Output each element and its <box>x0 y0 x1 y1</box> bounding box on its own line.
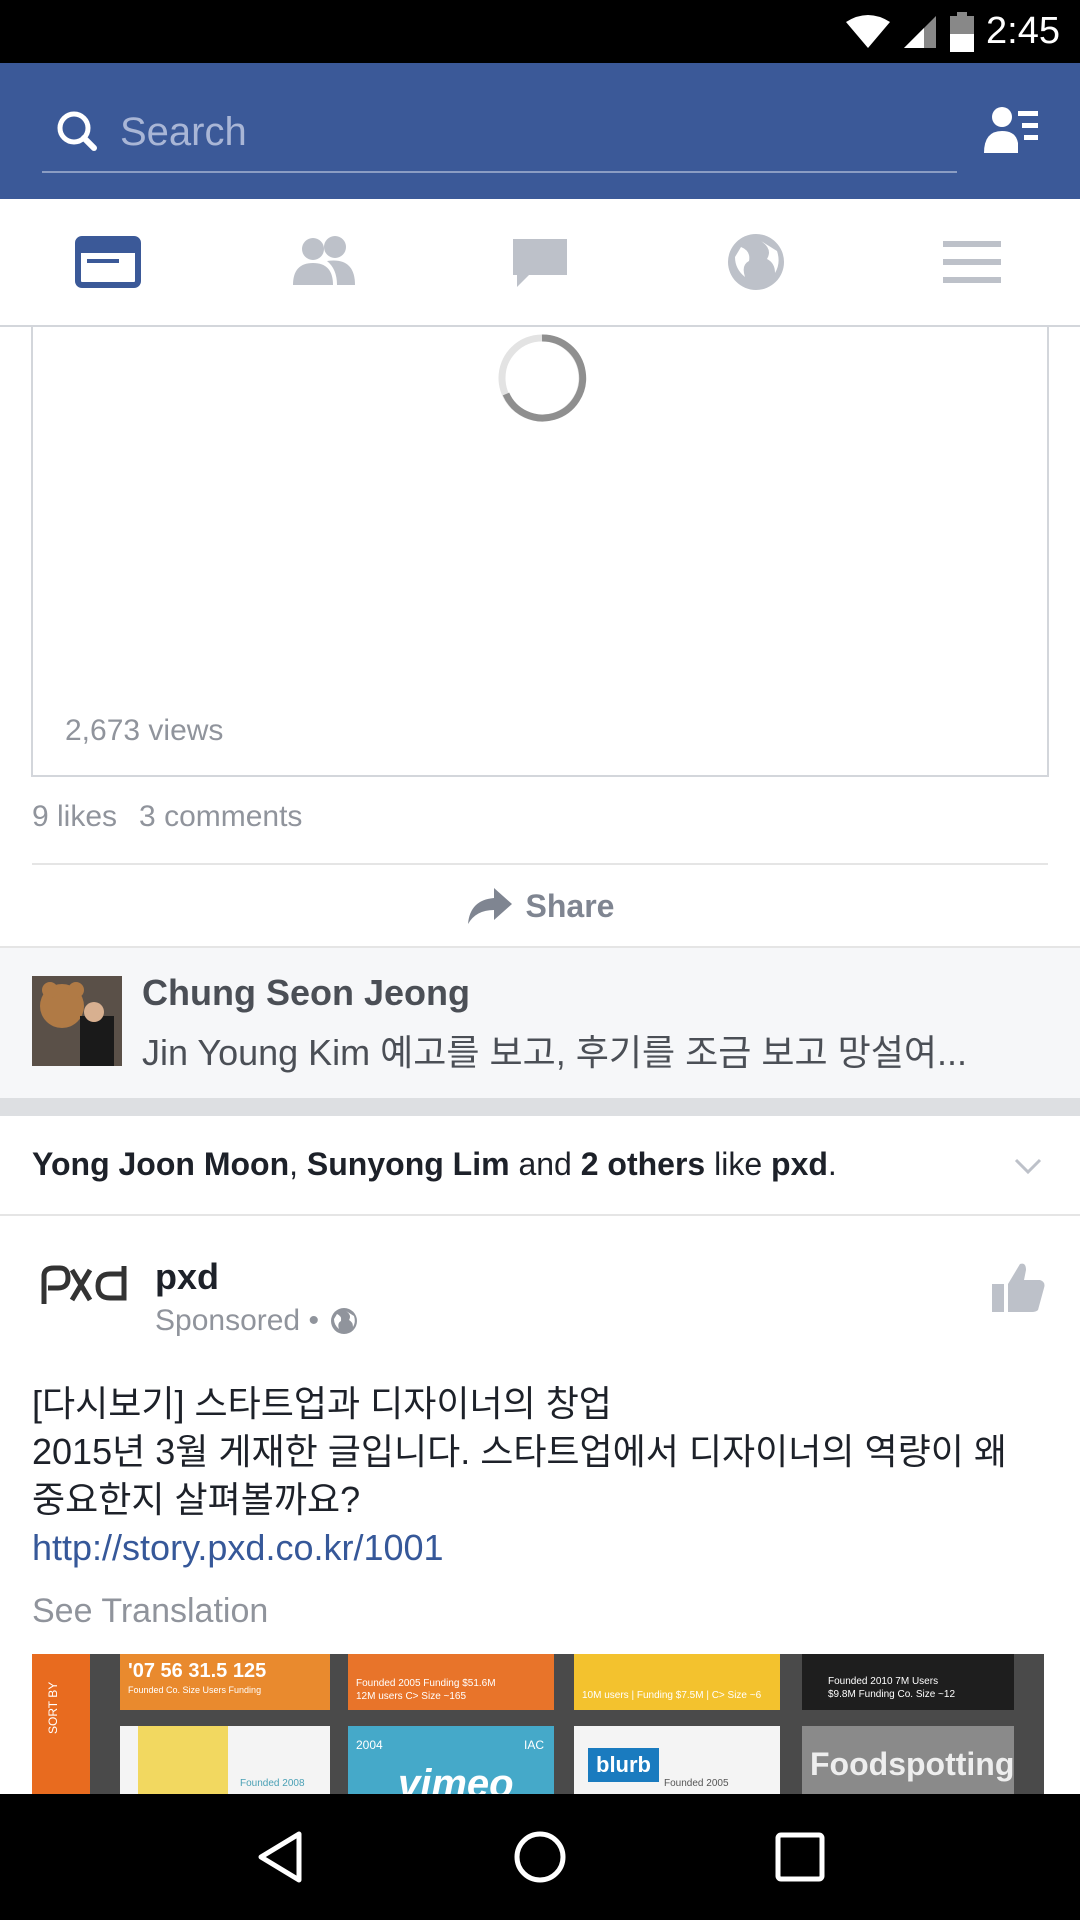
tab-bar <box>0 199 1080 327</box>
separator-text: , <box>289 1146 307 1182</box>
share-button[interactable]: Share <box>0 866 1080 946</box>
image-text: Founded 2005 <box>664 1778 729 1789</box>
wifi-icon <box>846 14 891 48</box>
image-tile-1: '07 56 31.5 125 Founded Co. Size Users F… <box>120 1654 330 1710</box>
image-tile-2: Founded 2005 Funding $51.6M 12M users C>… <box>348 1654 554 1710</box>
share-arrow-icon <box>467 888 512 924</box>
tab-news-feed[interactable] <box>0 199 216 325</box>
sponsored-label: Sponsored • <box>155 1304 319 1337</box>
image-text: 10M users | Funding $7.5M | C> Size ~6 <box>582 1690 762 1701</box>
image-text: '07 56 31.5 125 <box>128 1660 267 1682</box>
friends-list-icon[interactable] <box>984 103 1040 159</box>
globe-icon <box>330 1308 357 1334</box>
image-tile-orange: SORT BY <box>32 1654 90 1794</box>
image-block <box>138 1726 228 1794</box>
image-text: Founded Co. Size Users Funding <box>128 1685 262 1695</box>
post-link[interactable]: http://story.pxd.co.kr/1001 <box>32 1524 1052 1572</box>
recents-icon[interactable] <box>771 1828 829 1886</box>
image-tile-4: Founded 2010 7M Users $9.8M Funding Co. … <box>802 1654 1014 1710</box>
page-link[interactable]: pxd <box>771 1146 828 1182</box>
image-tile-foodspotting: Foodspotting <box>802 1726 1014 1794</box>
comments-count[interactable]: 3 comments <box>139 800 302 834</box>
likes-count[interactable]: 9 likes <box>32 800 117 834</box>
tab-more[interactable] <box>864 199 1080 325</box>
tab-notifications[interactable] <box>648 199 864 325</box>
post-text-line: 2015년 3월 게재한 글입니다. 스타트업에서 디자이너의 역량이 왜 <box>32 1431 1008 1472</box>
liker-name[interactable]: Yong Joon Moon <box>32 1146 289 1182</box>
avatar-image <box>32 976 122 1066</box>
news-feed-icon <box>75 236 141 288</box>
image-text: blurb <box>588 1748 659 1782</box>
image-text: $9.8M Funding Co. Size ~12 <box>828 1689 956 1700</box>
status-icons: 2:45 <box>846 0 1060 63</box>
comment-text: Jin Young Kim 예고를 보고, 후기를 조금 보고 망설여... <box>142 1032 967 1073</box>
divider <box>32 863 1048 865</box>
image-text: 2004 <box>356 1738 383 1752</box>
home-icon[interactable] <box>511 1828 569 1886</box>
image-text: IAC <box>523 1738 544 1752</box>
page-name[interactable]: pxd <box>155 1256 219 1298</box>
avatar[interactable] <box>32 976 122 1066</box>
image-tile-3: 10M users | Funding $7.5M | C> Size ~6 <box>574 1654 780 1710</box>
search-input[interactable] <box>120 109 920 155</box>
post-image[interactable]: SORT BY '07 56 31.5 125 Founded Co. Size… <box>32 1654 1044 1794</box>
tab-friend-requests[interactable] <box>216 199 432 325</box>
see-translation-link[interactable]: See Translation <box>32 1592 268 1631</box>
post-header: pxd Sponsored • <box>0 1216 1080 1356</box>
liker-name[interactable]: Sunyong Lim <box>307 1146 510 1182</box>
image-text: 12M users C> Size ~165 <box>356 1691 467 1702</box>
view-count: 2,673 views <box>65 714 224 747</box>
search-header <box>0 63 1080 199</box>
image-tile-blurb: blurb Founded 2005 <box>574 1726 780 1794</box>
status-bar: 2:45 <box>0 0 1080 63</box>
friends-icon <box>293 236 355 285</box>
chevron-down-icon[interactable] <box>1012 1150 1044 1182</box>
search-icon <box>57 111 97 151</box>
share-label: Share <box>525 887 615 924</box>
engagement-counts: 9 likes 3 comments <box>32 800 302 834</box>
clock: 2:45 <box>986 10 1060 52</box>
comment-author[interactable]: Chung Seon Jeong <box>142 972 470 1014</box>
image-tile-vimeo: 2004 IAC vimeo <box>348 1726 554 1794</box>
connector-text: like <box>705 1146 772 1182</box>
image-text: Foodspotting <box>810 1746 1015 1782</box>
social-context-text: Yong Joon Moon, Sunyong Lim and 2 others… <box>32 1146 837 1183</box>
period-text: . <box>827 1146 837 1182</box>
search-box[interactable] <box>42 93 957 173</box>
image-tile-5: Founded 2008 <box>120 1726 330 1794</box>
video-card[interactable]: 2,673 views <box>31 327 1049 777</box>
cell-signal-icon <box>904 15 937 48</box>
others-link[interactable]: 2 others <box>581 1146 705 1182</box>
globe-icon <box>728 234 784 290</box>
menu-icon <box>943 241 1001 283</box>
loading-spinner-icon <box>498 334 587 422</box>
image-text: SORT BY <box>46 1681 60 1734</box>
post-text-line: 중요한지 살펴볼까요? <box>32 1479 361 1520</box>
post-meta: Sponsored • <box>155 1304 359 1338</box>
pxd-logo[interactable] <box>38 1256 130 1316</box>
back-icon[interactable] <box>251 1828 309 1886</box>
post-text-line: [다시보기] 스타트업과 디자이너의 창업 <box>32 1383 612 1424</box>
image-text: Founded 2008 <box>240 1778 305 1789</box>
chat-bubble-icon <box>513 239 567 287</box>
like-thumb-icon[interactable] <box>990 1260 1046 1316</box>
post-body: [다시보기] 스타트업과 디자이너의 창업 2015년 3월 게재한 글입니다.… <box>32 1380 1052 1572</box>
system-nav-bar <box>0 1794 1080 1920</box>
battery-icon <box>950 11 975 52</box>
tab-messages[interactable] <box>432 199 648 325</box>
image-text: vimeo <box>398 1762 514 1794</box>
story-separator <box>0 1098 1080 1116</box>
social-context: Yong Joon Moon, Sunyong Lim and 2 others… <box>0 1116 1080 1216</box>
image-text: Founded 2005 Funding $51.6M <box>356 1678 496 1689</box>
connector-text: and <box>509 1146 581 1182</box>
image-text: Founded 2010 7M Users <box>828 1676 939 1687</box>
comment-preview[interactable]: Chung Seon Jeong Jin Young Kim 예고를 보고, 후… <box>0 946 1080 1098</box>
